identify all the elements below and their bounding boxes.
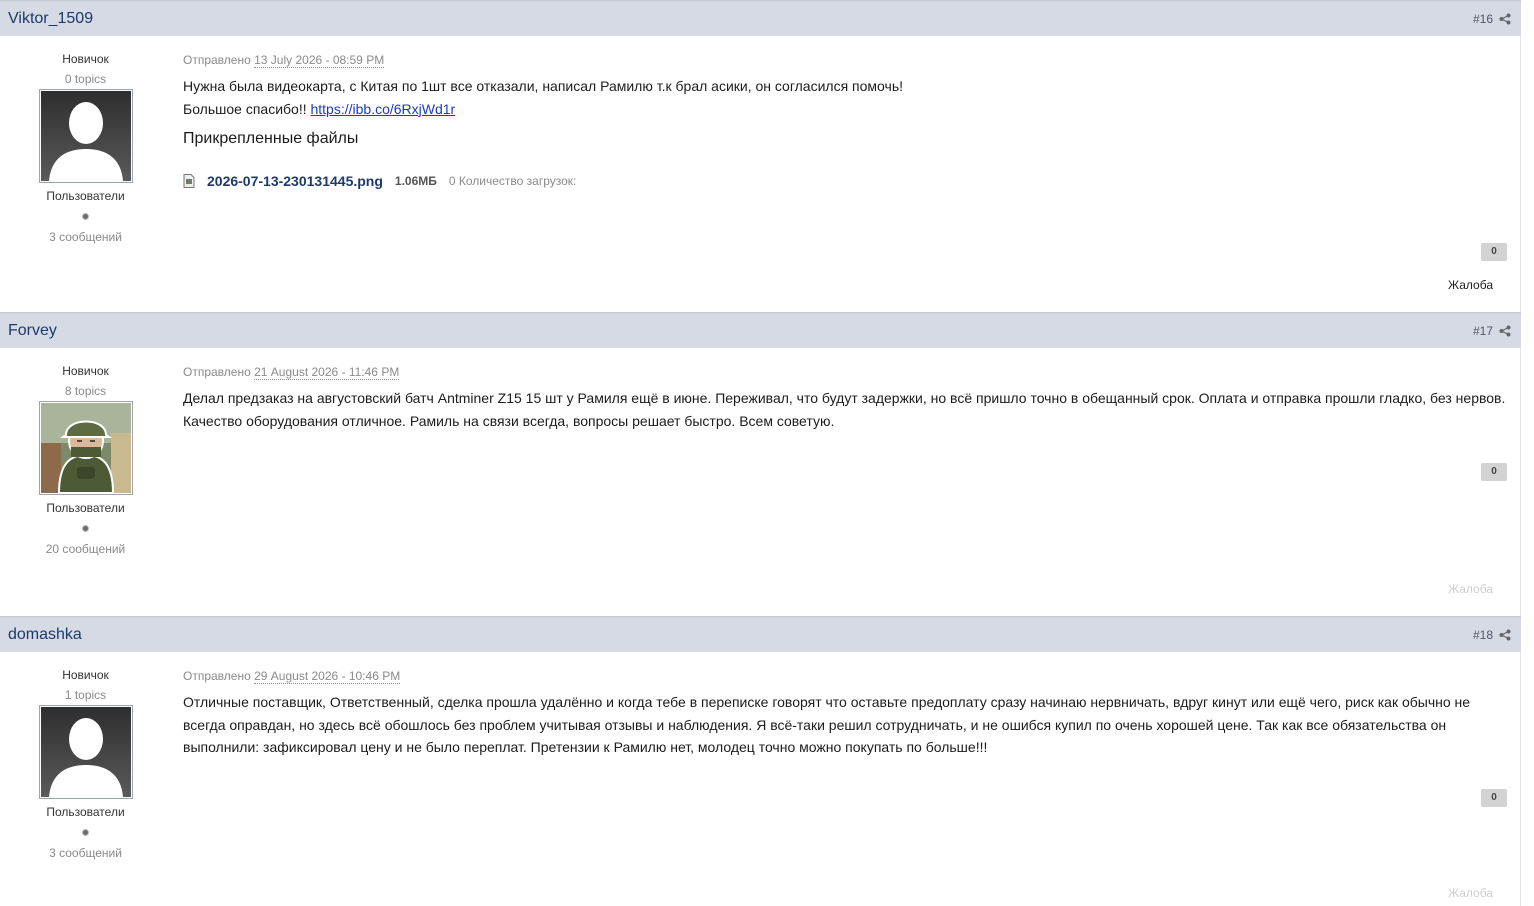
posts-count: 20 сообщений bbox=[45, 542, 126, 556]
report-link[interactable]: Жалоба bbox=[1448, 278, 1493, 292]
image-file-icon bbox=[183, 174, 195, 188]
forum-post: Forvey #17 Новичок 8 topics Пользователи… bbox=[0, 312, 1521, 616]
post-date-value: 21 August 2026 - 11:46 PM bbox=[254, 365, 400, 380]
topics-count: 1 topics bbox=[64, 688, 107, 702]
avatar[interactable] bbox=[38, 89, 133, 183]
post-date: Отправлено 13 July 2026 - 08:59 PM bbox=[183, 53, 1507, 68]
post-body: Отправлено 13 July 2026 - 08:59 PM Нужна… bbox=[183, 36, 1507, 189]
posted-prefix: Отправлено bbox=[183, 669, 251, 683]
member-rank: Новичок bbox=[62, 668, 109, 682]
posts-count: 3 сообщений bbox=[49, 846, 122, 860]
attachment-row: 2026-07-13-230131445.png 1.06МБ 0 Количе… bbox=[183, 173, 1507, 189]
default-avatar-icon bbox=[40, 707, 131, 797]
reputation-badge[interactable]: 0 bbox=[1481, 789, 1507, 807]
post-permalink[interactable]: #17 bbox=[1473, 324, 1511, 338]
reputation-badge[interactable]: 0 bbox=[1481, 243, 1507, 261]
post-text: Нужна была видеокарта, с Китая по 1шт вс… bbox=[183, 75, 1507, 120]
post-number[interactable]: #17 bbox=[1473, 324, 1493, 338]
share-icon[interactable] bbox=[1499, 325, 1511, 337]
reputation-badge[interactable]: 0 bbox=[1481, 463, 1507, 481]
posts-count: 3 сообщений bbox=[49, 230, 122, 244]
post-header: Viktor_1509 #16 bbox=[0, 0, 1521, 36]
post-date: Отправлено 21 August 2026 - 11:46 PM bbox=[183, 365, 1507, 380]
post-date-value: 29 August 2026 - 10:46 PM bbox=[254, 669, 401, 684]
report-link[interactable]: Жалоба bbox=[1448, 582, 1493, 596]
post-date-value: 13 July 2026 - 08:59 PM bbox=[254, 53, 385, 68]
external-link[interactable]: https://ibb.co/6RxjWd1r bbox=[310, 101, 455, 117]
forum-post: Viktor_1509 #16 Новичок 0 topics Пользов… bbox=[0, 0, 1521, 312]
member-group: Пользователи bbox=[46, 189, 125, 203]
avatar[interactable] bbox=[38, 705, 133, 799]
post-date: Отправлено 29 August 2026 - 10:46 PM bbox=[183, 669, 1507, 684]
author-name-link[interactable]: Forvey bbox=[8, 322, 57, 340]
post-text: Делал предзаказ на августовский батч Ant… bbox=[183, 390, 1506, 429]
author-name-link[interactable]: Viktor_1509 bbox=[8, 10, 93, 28]
share-icon[interactable] bbox=[1499, 629, 1511, 641]
post-body: Отправлено 29 August 2026 - 10:46 PM Отл… bbox=[183, 652, 1507, 759]
page-scrollbar[interactable] bbox=[1520, 0, 1534, 906]
online-status-dot bbox=[82, 829, 89, 836]
soldier-avatar-icon bbox=[40, 403, 131, 493]
post-permalink[interactable]: #18 bbox=[1473, 628, 1511, 642]
report-link[interactable]: Жалоба bbox=[1448, 886, 1493, 900]
posted-prefix: Отправлено bbox=[183, 365, 251, 379]
post-permalink[interactable]: #16 bbox=[1473, 12, 1511, 26]
member-rank: Новичок bbox=[62, 364, 109, 378]
posted-prefix: Отправлено bbox=[183, 53, 251, 67]
post-text: Отличные поставщик, Ответственный, сделк… bbox=[183, 694, 1471, 755]
post-number[interactable]: #16 bbox=[1473, 12, 1493, 26]
post-number[interactable]: #18 bbox=[1473, 628, 1493, 642]
post-text-line: Большое спасибо!! https://ibb.co/6RxjWd1… bbox=[183, 98, 1507, 121]
forum-post: domashka #18 Новичок 1 topics Пользовате… bbox=[0, 616, 1521, 906]
member-group: Пользователи bbox=[46, 501, 125, 515]
attachments-title: Прикрепленные файлы bbox=[183, 130, 359, 147]
post-header: Forvey #17 bbox=[0, 312, 1521, 348]
attachment-link[interactable]: 2026-07-13-230131445.png bbox=[207, 173, 383, 189]
topics-count: 8 topics bbox=[64, 384, 107, 398]
author-name-link[interactable]: domashka bbox=[8, 626, 82, 644]
author-info: Новичок 0 topics Пользователи 3 сообщени… bbox=[0, 36, 171, 244]
attachment-downloads: 0 Количество загрузок: bbox=[448, 174, 577, 188]
default-avatar-icon bbox=[40, 91, 131, 181]
topics-count: 0 topics bbox=[64, 72, 107, 86]
online-status-dot bbox=[82, 213, 89, 220]
member-group: Пользователи bbox=[46, 805, 125, 819]
share-icon[interactable] bbox=[1499, 13, 1511, 25]
member-rank: Новичок bbox=[62, 52, 109, 66]
post-text-line: Нужна была видеокарта, с Китая по 1шт вс… bbox=[183, 78, 904, 94]
post-body: Отправлено 21 August 2026 - 11:46 PM Дел… bbox=[183, 348, 1507, 432]
post-header: domashka #18 bbox=[0, 616, 1521, 652]
attachment-size: 1.06МБ bbox=[394, 174, 437, 188]
online-status-dot bbox=[82, 525, 89, 532]
author-info: Новичок 8 topics Пользователи 20 сообщен… bbox=[0, 348, 171, 556]
avatar[interactable] bbox=[38, 401, 133, 495]
author-info: Новичок 1 topics Пользователи 3 сообщени… bbox=[0, 652, 171, 860]
post-text-prefix: Большое спасибо!! bbox=[183, 100, 311, 117]
